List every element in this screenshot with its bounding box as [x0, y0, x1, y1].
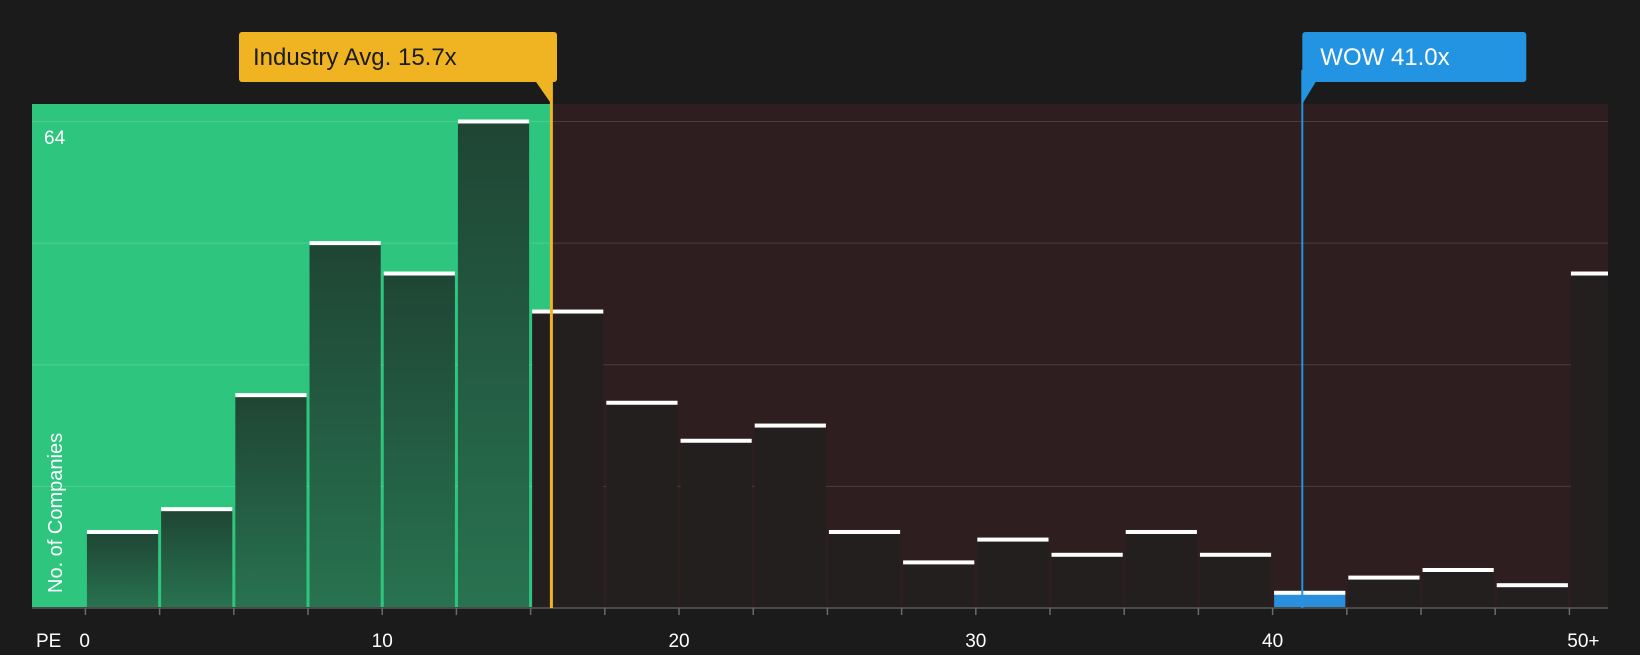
histogram-bar	[1051, 554, 1123, 608]
pe-distribution-chart: 0 10 20 30 40 50+ 64 No. of Companies PE Indu…	[0, 0, 1640, 652]
histogram-bar-cap	[1348, 575, 1420, 580]
histogram-bar	[1199, 554, 1272, 608]
histogram-bar	[903, 562, 975, 608]
histogram-bar	[680, 440, 752, 608]
histogram-bar	[532, 311, 604, 608]
company-pe-label: WOW 41.0x	[1320, 44, 1449, 71]
histogram-bar-cap	[161, 507, 233, 512]
histogram-bar-cap	[903, 560, 975, 565]
histogram-bar-cap	[532, 309, 604, 314]
histogram-bar	[86, 531, 159, 608]
histogram-bar-cap	[457, 119, 530, 124]
y-max-label: 64	[44, 128, 66, 149]
histogram-bar	[1348, 577, 1420, 608]
histogram-bar-cap	[1274, 590, 1346, 595]
x-tick-label: 0	[79, 631, 90, 650]
company-pe-pointer	[1302, 81, 1317, 104]
x-tick-label: 50+	[1567, 631, 1599, 650]
histogram-bar	[1125, 531, 1197, 608]
histogram-bar-cap	[383, 271, 455, 276]
x-tick-label: 20	[668, 631, 689, 650]
histogram-bar	[383, 273, 455, 608]
histogram-bar-cap	[606, 400, 678, 405]
histogram-bar	[1274, 592, 1346, 608]
chart-svg: 0 10 20 30 40 50+ 64 No. of Companies PE Indu…	[32, 32, 1608, 652]
histogram-bar	[977, 539, 1049, 608]
histogram-bar	[161, 509, 233, 608]
histogram-bar	[457, 121, 530, 608]
x-axis-label: PE	[36, 631, 61, 650]
y-axis-label: No. of Companies	[45, 433, 67, 593]
x-tick-label: 10	[372, 631, 393, 650]
histogram-bar	[828, 531, 901, 608]
histogram-bar	[606, 402, 678, 608]
histogram-bar-cap	[1125, 529, 1197, 534]
industry-average-label: Industry Avg. 15.7x	[253, 44, 457, 71]
histogram-bar-cap	[235, 393, 307, 398]
histogram-bar	[1570, 273, 1608, 608]
histogram-bar-cap	[1570, 271, 1608, 276]
histogram-bar	[1422, 569, 1494, 608]
histogram-bar-cap	[680, 438, 752, 443]
industry-average-pointer	[535, 81, 552, 104]
histogram-bar-cap	[309, 241, 381, 246]
histogram-bar	[309, 243, 381, 608]
histogram-bar-cap	[1051, 552, 1123, 557]
histogram-bar-cap	[977, 537, 1049, 542]
histogram-bar-cap	[1496, 583, 1568, 588]
x-axis-ticks: 0 10 20 30 40 50+	[79, 608, 1600, 652]
histogram-bar-cap	[1422, 567, 1494, 572]
histogram-bar	[1496, 585, 1568, 608]
x-tick-label: 30	[965, 631, 986, 650]
histogram-bar-cap	[828, 529, 901, 534]
histogram-bar	[754, 425, 826, 608]
histogram-bar-cap	[754, 423, 826, 428]
x-tick-label: 40	[1262, 631, 1283, 650]
histogram-bar-cap	[1199, 552, 1272, 557]
histogram-bar-cap	[86, 529, 159, 534]
histogram-bar	[235, 395, 307, 608]
